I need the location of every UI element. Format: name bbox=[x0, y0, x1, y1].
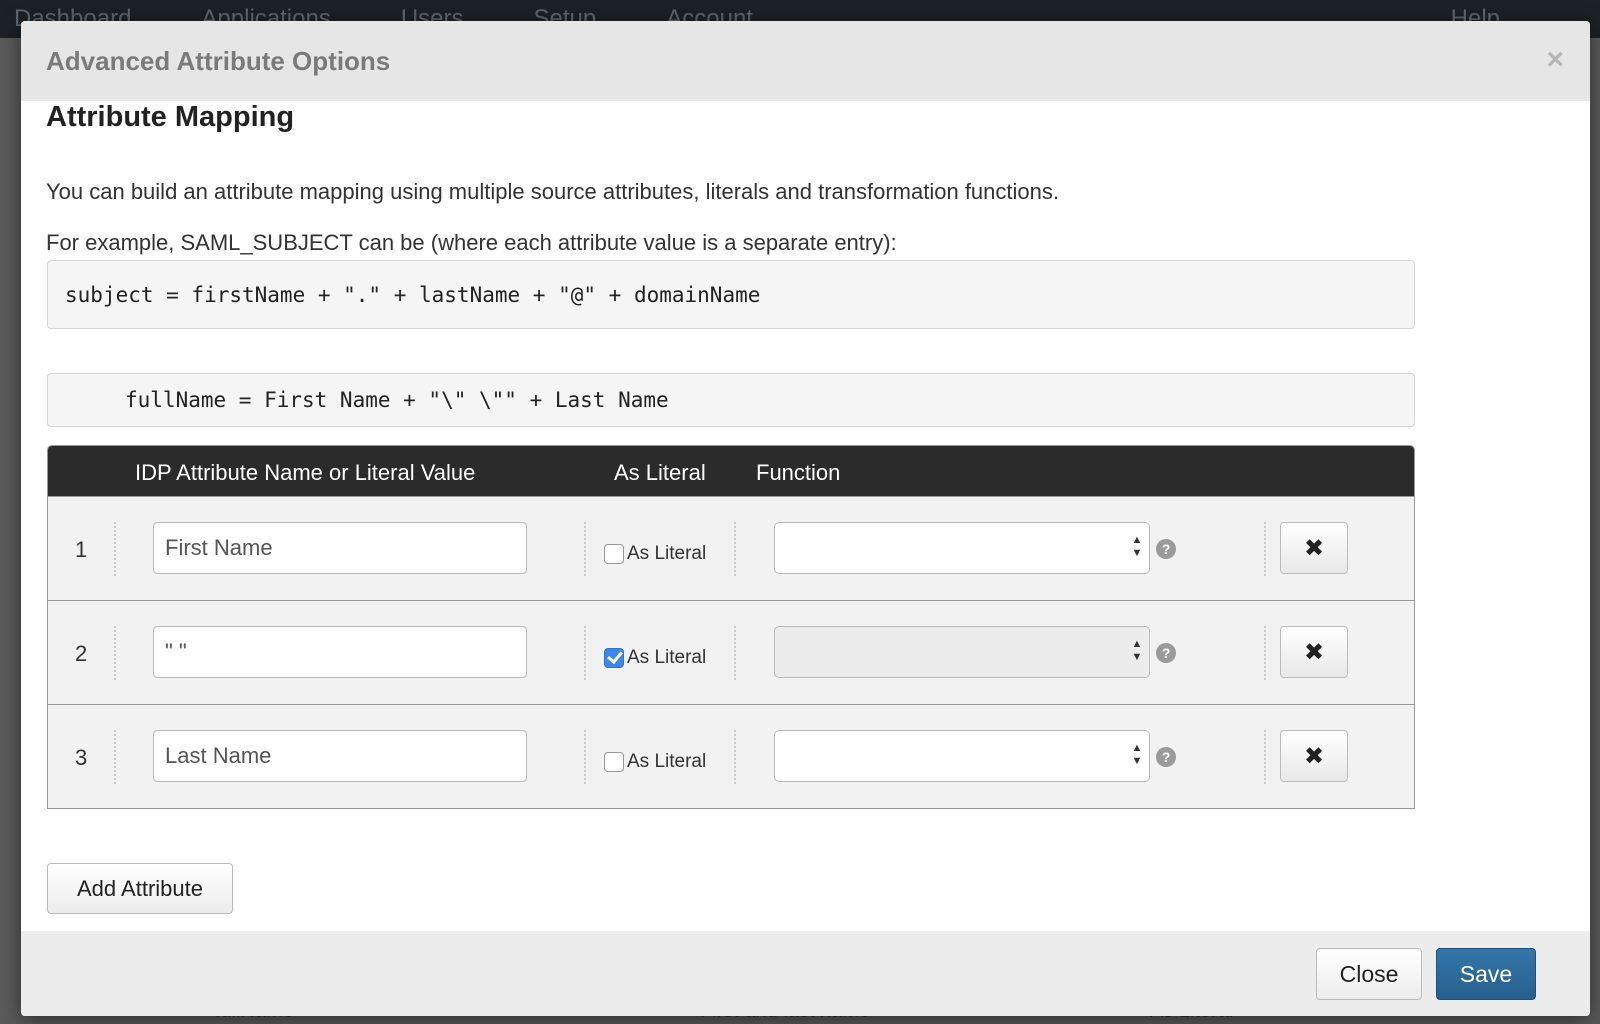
select-arrows-icon: ▲ ▼ bbox=[1131, 534, 1143, 559]
as-literal-toggle[interactable]: As Literal bbox=[604, 647, 706, 669]
description-text: You can build an attribute mapping using… bbox=[46, 179, 1059, 204]
header-attribute-name: IDP Attribute Name or Literal Value bbox=[135, 460, 476, 485]
remove-row-button[interactable]: ✖ bbox=[1280, 626, 1348, 678]
example-description: For example, SAML_SUBJECT can be (where … bbox=[46, 230, 897, 255]
row-number: 2 bbox=[75, 641, 88, 666]
divider bbox=[114, 626, 116, 680]
divider bbox=[1264, 522, 1266, 576]
save-button[interactable]: Save bbox=[1436, 948, 1536, 1000]
function-select[interactable]: ▲ ▼ bbox=[774, 522, 1150, 574]
section-title: Attribute Mapping bbox=[46, 101, 295, 133]
divider bbox=[114, 522, 116, 576]
as-literal-toggle[interactable]: As Literal bbox=[604, 751, 706, 773]
help-icon[interactable]: ? bbox=[1156, 747, 1176, 767]
as-literal-toggle[interactable]: As Literal bbox=[604, 543, 706, 565]
as-literal-label: As Literal bbox=[627, 751, 707, 772]
divider bbox=[114, 730, 116, 784]
add-attribute-button[interactable]: Add Attribute bbox=[47, 863, 233, 914]
attribute-table: IDP Attribute Name or Literal Value As L… bbox=[47, 445, 1415, 809]
example-code-fullname: fullName = First Name + "\" \"" + Last N… bbox=[47, 373, 1415, 427]
table-row: 3 As Literal ▲▼ ? ✖ bbox=[48, 704, 1414, 808]
function-select[interactable]: ▲ ▼ bbox=[774, 626, 1150, 678]
remove-row-button[interactable]: ✖ bbox=[1280, 522, 1348, 574]
remove-row-button[interactable]: ✖ bbox=[1280, 730, 1348, 782]
row-number: 1 bbox=[75, 537, 88, 562]
as-literal-checkbox[interactable] bbox=[604, 544, 624, 564]
select-arrows-icon: ▲ ▼ bbox=[1131, 742, 1143, 767]
as-literal-label: As Literal bbox=[627, 543, 707, 564]
as-literal-checkbox[interactable] bbox=[604, 752, 624, 772]
select-arrows-icon: ▲ ▼ bbox=[1131, 638, 1143, 663]
row-number: 3 bbox=[75, 745, 88, 770]
divider bbox=[1264, 626, 1266, 680]
close-icon[interactable]: × bbox=[1546, 45, 1564, 75]
divider bbox=[584, 626, 586, 680]
header-function: Function bbox=[756, 460, 841, 485]
divider bbox=[584, 522, 586, 576]
divider bbox=[584, 730, 586, 784]
modal-footer: Close Save bbox=[21, 931, 1590, 1016]
close-button[interactable]: Close bbox=[1316, 948, 1422, 1000]
divider bbox=[1264, 730, 1266, 784]
function-select[interactable]: ▲ ▼ bbox=[774, 730, 1150, 782]
header-as-literal: As Literal bbox=[614, 460, 706, 485]
divider bbox=[734, 626, 736, 680]
modal-body: Attribute Mapping You can build an attri… bbox=[21, 101, 1590, 931]
table-header: IDP Attribute Name or Literal Value As L… bbox=[48, 446, 1414, 496]
help-icon[interactable]: ? bbox=[1156, 643, 1176, 663]
divider bbox=[734, 522, 736, 576]
example-code-subject: subject = firstName + "." + lastName + "… bbox=[47, 260, 1415, 329]
modal-title: Advanced Attribute Options bbox=[46, 45, 391, 76]
as-literal-checkbox[interactable] bbox=[604, 648, 624, 668]
as-literal-label: As Literal bbox=[627, 647, 707, 668]
attribute-name-input[interactable] bbox=[153, 730, 527, 782]
table-row: 1 As Literal ▲▼ ? ✖ bbox=[48, 496, 1414, 600]
attribute-name-input[interactable] bbox=[153, 522, 527, 574]
divider bbox=[734, 730, 736, 784]
attribute-name-input[interactable] bbox=[153, 626, 527, 678]
advanced-attribute-modal: Advanced Attribute Options × Attribute M… bbox=[21, 21, 1590, 1016]
table-row: 2 As Literal ▲▼ ? ✖ bbox=[48, 600, 1414, 704]
modal-header: Advanced Attribute Options × bbox=[21, 21, 1590, 101]
help-icon[interactable]: ? bbox=[1156, 539, 1176, 559]
